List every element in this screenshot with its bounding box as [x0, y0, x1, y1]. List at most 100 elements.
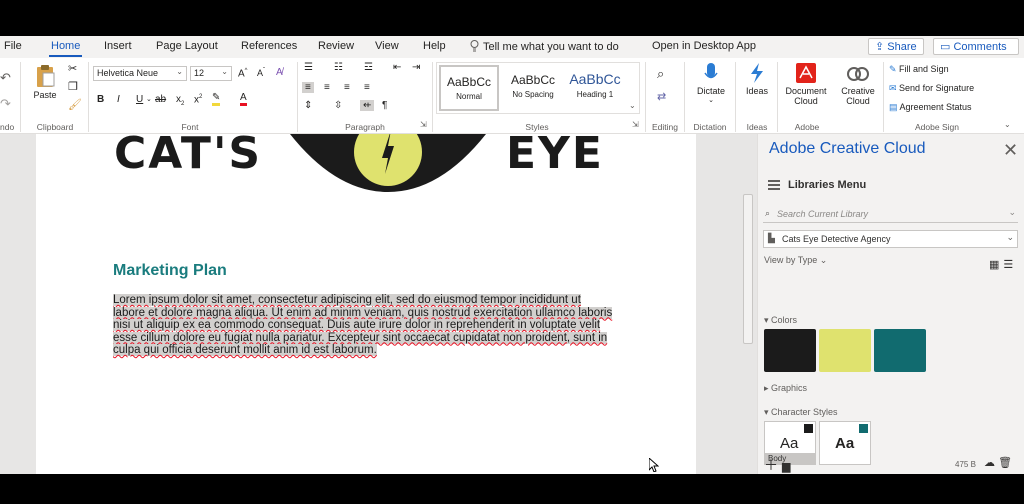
shrink-font-icon[interactable]: Aˇ [257, 68, 265, 78]
selected-paragraph: Lorem ipsum dolor sit amet, consectetur … [113, 294, 613, 356]
font-size-dropdown[interactable]: 12 ⌄ [190, 66, 232, 81]
list-view-icon[interactable]: ☰ [1003, 258, 1013, 271]
fill-and-sign-button[interactable]: ✎ Fill and Sign [889, 64, 949, 75]
copy-icon[interactable]: ❐ [68, 80, 78, 93]
folder-icon[interactable]: ▆ [782, 461, 790, 473]
tab-references[interactable]: References [241, 40, 297, 52]
graphics-label: Graphics [771, 383, 808, 393]
character-styles-section-header[interactable]: ▾ Character Styles [764, 407, 838, 418]
creative-cloud-button[interactable]: Creative Cloud [835, 62, 881, 106]
font-name-dropdown[interactable]: Helvetica Neue ⌄ [93, 66, 187, 81]
paragraph-spacing-icon[interactable]: ⇳ [334, 100, 342, 111]
highlight-icon[interactable]: ✎ [212, 92, 221, 106]
multilevel-list-icon[interactable]: ☲ [364, 62, 373, 73]
style-normal[interactable]: AaBbCc Normal [439, 65, 499, 111]
dialog-launcher-icon[interactable]: ⇲ [420, 120, 427, 129]
tab-review[interactable]: Review [318, 40, 354, 52]
paste-button[interactable]: Paste [30, 64, 60, 100]
clear-formatting-icon[interactable]: A̸ [276, 67, 283, 78]
character-style-card[interactable]: Aa [819, 421, 871, 465]
chevron-down-icon[interactable]: ⌄ [629, 101, 636, 110]
creative-cloud-panel: Adobe Creative Cloud ✕ Libraries Menu ⌕ … [757, 134, 1024, 474]
redo-icon[interactable]: ↷ [0, 96, 11, 112]
style-no-spacing[interactable]: AaBbCc No Spacing [503, 65, 563, 111]
font-color-icon[interactable]: A [240, 92, 247, 106]
chevron-down-icon[interactable]: ⌄ [1004, 120, 1011, 129]
grid-view-icon[interactable]: ▦ [989, 258, 999, 271]
format-painter-icon[interactable]: 🖌 [68, 98, 82, 111]
numbering-icon[interactable]: ☷ [334, 62, 343, 73]
document-page[interactable]: CAT'S EYE Marketing Plan Lorem ipsum dol… [36, 128, 696, 474]
view-by-dropdown[interactable]: View by Type ⌄ [764, 255, 827, 266]
color-swatch[interactable] [819, 329, 871, 372]
undo-icon[interactable]: ↶ [0, 70, 11, 86]
open-in-desktop-link[interactable]: Open in Desktop App [652, 40, 756, 52]
rtl-icon[interactable]: ⇷ [360, 100, 375, 111]
caret-right-icon: ▸ [764, 383, 772, 393]
graphics-section-header[interactable]: ▸ Graphics [764, 383, 807, 394]
creative-cloud-icon [847, 67, 869, 81]
increase-indent-icon[interactable]: ⇥ [412, 62, 420, 73]
align-center-icon[interactable]: ≡ [324, 82, 330, 93]
document-heading: Marketing Plan [113, 262, 227, 279]
library-search-input[interactable]: ⌕ Search Current Library ⌄ [763, 206, 1018, 223]
comments-label: Comments [953, 41, 1007, 53]
italic-icon[interactable]: I [117, 94, 120, 105]
agreement-status-button[interactable]: ▤ Agreement Status [889, 102, 972, 113]
library-dropdown[interactable]: ▙ Cats Eye Detective Agency ⌄ [763, 230, 1018, 248]
tab-home[interactable]: Home [48, 40, 83, 57]
document-scrollbar[interactable] [743, 194, 753, 344]
decrease-indent-icon[interactable]: ⇤ [393, 62, 401, 73]
share-button[interactable]: ⇪ Share [868, 38, 924, 55]
document-cloud-button[interactable]: Document Cloud [781, 62, 831, 106]
superscript-icon[interactable]: x2 [194, 94, 202, 105]
bold-icon[interactable]: B [97, 94, 104, 105]
bullets-icon[interactable]: ☰ [304, 62, 313, 73]
align-right-icon[interactable]: ≡ [344, 82, 350, 93]
document-cloud-label: Document Cloud [785, 86, 827, 106]
libraries-menu-button[interactable]: Libraries Menu [768, 178, 866, 192]
tell-me-search[interactable]: Tell me what you want to do [470, 40, 619, 53]
colors-section-header[interactable]: ▾ Colors [764, 315, 797, 326]
tab-help[interactable]: Help [423, 40, 446, 52]
search-icon[interactable]: ⌕ [657, 66, 664, 82]
strikethrough-icon[interactable]: ab [155, 94, 166, 105]
styles-gallery: AaBbCc Normal AaBbCc No Spacing AaBbCc H… [436, 62, 640, 114]
color-swatch[interactable] [764, 329, 816, 372]
tab-file[interactable]: File [4, 40, 22, 52]
dictate-button[interactable]: Dictate ⌄ [690, 62, 732, 104]
close-icon[interactable]: ✕ [1003, 140, 1018, 161]
search-icon: ⌕ [765, 208, 771, 218]
cloud-icon[interactable]: ☁ [984, 457, 995, 469]
divider [88, 62, 89, 132]
add-icon[interactable]: ＋ [764, 457, 778, 473]
send-for-signature-button[interactable]: ✉ Send for Signature [889, 83, 974, 94]
document-body[interactable]: Lorem ipsum dolor sit amet, consectetur … [113, 294, 613, 357]
divider [883, 62, 884, 132]
document-area: CAT'S EYE Marketing Plan Lorem ipsum dol… [0, 128, 757, 474]
justify-icon[interactable]: ≡ [364, 82, 370, 93]
align-left-icon[interactable]: ≡ [302, 82, 314, 93]
chevron-down-icon: ⌄ [1008, 207, 1016, 217]
tab-insert[interactable]: Insert [104, 40, 132, 52]
style-heading-1[interactable]: AaBbCc Heading 1 [565, 65, 625, 111]
comments-button[interactable]: ▭ Comments [933, 38, 1019, 55]
ideas-button[interactable]: Ideas [740, 62, 774, 96]
color-swatch[interactable] [874, 329, 926, 372]
line-spacing-icon[interactable]: ⇕ [304, 100, 312, 111]
trash-icon[interactable]: 🗑 [998, 457, 1012, 469]
tab-view[interactable]: View [375, 40, 399, 52]
underline-icon[interactable]: U [136, 94, 143, 105]
subscript-icon[interactable]: x2 [176, 94, 184, 107]
tab-page-layout[interactable]: Page Layout [156, 40, 218, 52]
adobe-sign-group-label: Adobe Sign [915, 122, 959, 132]
show-marks-icon[interactable]: ¶ [382, 100, 387, 111]
panel-footer: ＋ ▆ [764, 455, 790, 474]
cut-icon[interactable]: ✂ [68, 62, 77, 75]
logo-text-right: EYE [506, 128, 604, 179]
replace-icon[interactable]: ⇄ [657, 90, 666, 103]
dialog-launcher-icon[interactable]: ⇲ [632, 120, 639, 129]
chevron-down-icon[interactable]: ⌄ [146, 95, 152, 103]
grow-font-icon[interactable]: A^ [238, 68, 248, 79]
style-sample: AaBbCc [510, 73, 556, 87]
